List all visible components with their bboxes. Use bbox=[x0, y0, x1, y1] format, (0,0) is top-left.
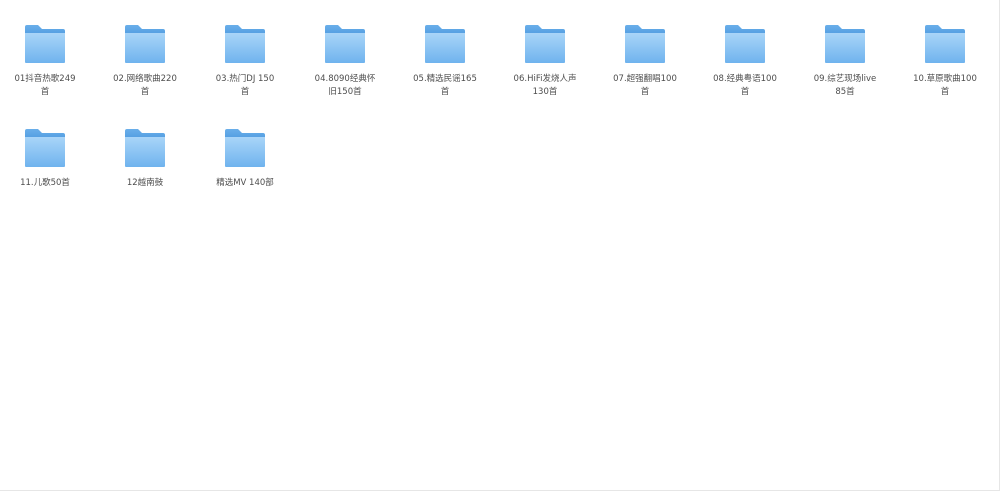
folder-icon bbox=[225, 25, 265, 63]
folder-icon bbox=[225, 129, 265, 167]
folder-label: 07.超强翻唱100首 bbox=[613, 74, 677, 97]
folder-icon bbox=[25, 129, 65, 167]
folder-item[interactable]: 06.HiFi发烧人声130首 bbox=[495, 24, 595, 99]
folder-item[interactable]: 08.经典粤语100首 bbox=[695, 24, 795, 99]
folder-icon bbox=[525, 25, 565, 63]
folder-label: 04.8090经典怀旧150首 bbox=[314, 74, 376, 97]
folder-icon bbox=[425, 25, 465, 63]
folder-item[interactable]: 12越南鼓 bbox=[95, 128, 195, 190]
folder-label: 09.综艺现场live85首 bbox=[813, 74, 877, 97]
folder-item[interactable]: 02.网络歌曲220首 bbox=[95, 24, 195, 99]
folder-label: 05.精选民谣165首 bbox=[413, 74, 477, 97]
folder-label: 11.儿歌50首 bbox=[20, 178, 70, 188]
folder-item[interactable]: 09.综艺现场live85首 bbox=[795, 24, 895, 99]
folder-item[interactable]: 03.热门DJ 150首 bbox=[195, 24, 295, 99]
folder-icon bbox=[925, 25, 965, 63]
file-browser-window: 01抖音热歌249首 02.网络歌曲220首 03.热门DJ 150首 04.8… bbox=[0, 0, 1000, 491]
folder-label: 02.网络歌曲220首 bbox=[113, 74, 177, 97]
folder-label: 精选MV 140部 bbox=[216, 178, 274, 188]
folder-item[interactable]: 10.草原歌曲100首 bbox=[895, 24, 995, 99]
folder-item[interactable]: 05.精选民谣165首 bbox=[395, 24, 495, 99]
folder-icon bbox=[125, 129, 165, 167]
folder-label: 03.热门DJ 150首 bbox=[215, 74, 275, 97]
folder-label: 06.HiFi发烧人声130首 bbox=[513, 74, 577, 97]
folder-icon bbox=[625, 25, 665, 63]
folder-icon bbox=[25, 25, 65, 63]
folder-item[interactable]: 精选MV 140部 bbox=[195, 128, 295, 190]
folder-label: 01抖音热歌249首 bbox=[14, 74, 76, 97]
folder-label: 08.经典粤语100首 bbox=[713, 74, 777, 97]
folder-item[interactable]: 04.8090经典怀旧150首 bbox=[295, 24, 395, 99]
folder-item[interactable]: 07.超强翻唱100首 bbox=[595, 24, 695, 99]
folder-label: 10.草原歌曲100首 bbox=[913, 74, 977, 97]
folder-icon bbox=[825, 25, 865, 63]
folder-item[interactable]: 01抖音热歌249首 bbox=[0, 24, 95, 99]
folder-label: 12越南鼓 bbox=[126, 178, 164, 188]
folder-item[interactable]: 11.儿歌50首 bbox=[0, 128, 95, 190]
folder-icon bbox=[125, 25, 165, 63]
folder-icon bbox=[325, 25, 365, 63]
folder-icon bbox=[725, 25, 765, 63]
